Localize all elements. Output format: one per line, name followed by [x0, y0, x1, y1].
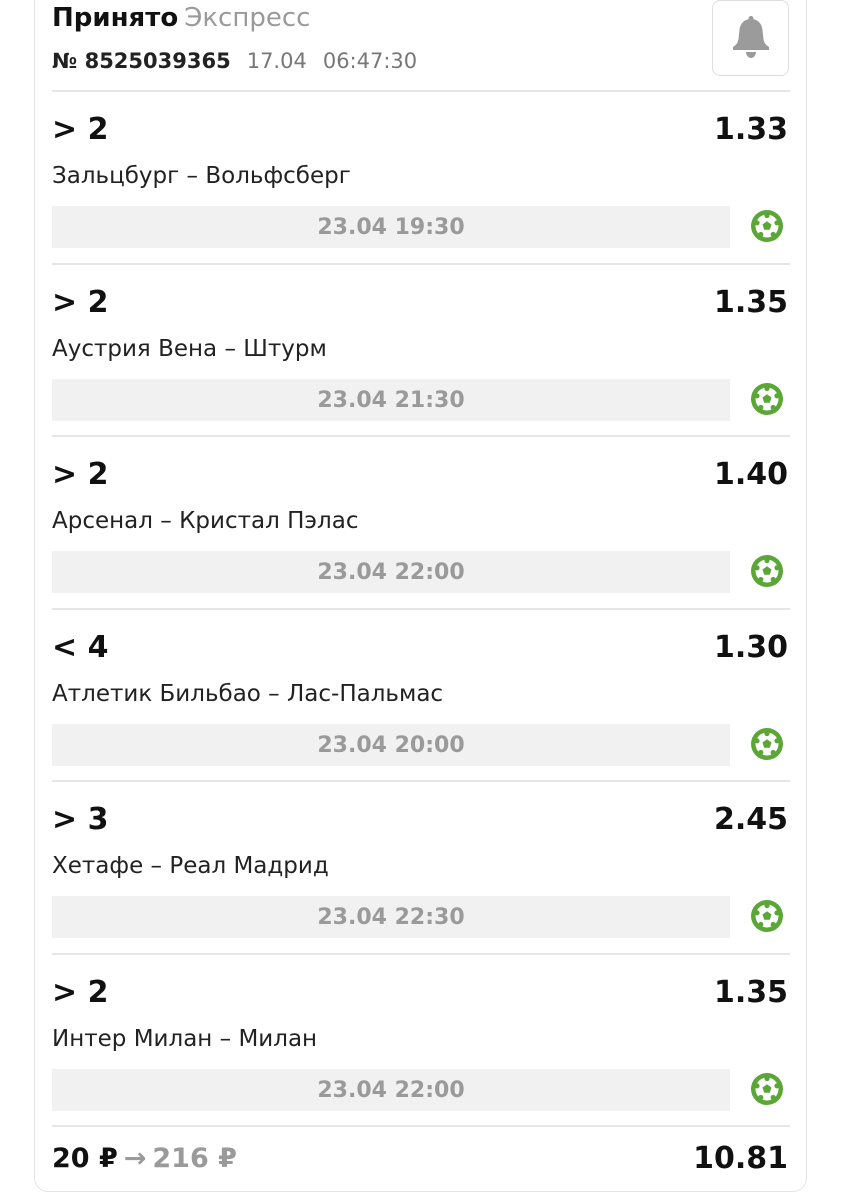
bet-meta: № 8525039365 17.04 06:47:30 — [52, 46, 417, 76]
event-row[interactable]: > 2 1.33 Зальцбург – Вольфсберг 23.04 19… — [52, 92, 790, 262]
bell-icon — [732, 16, 769, 58]
event-datetime-bar: 23.04 19:30 — [52, 206, 730, 248]
event-row[interactable]: < 4 1.30 Атлетик Бильбао – Лас-Пальмас 2… — [52, 610, 790, 780]
event-datetime-bar: 23.04 22:00 — [52, 551, 730, 593]
event-market: > 2 — [52, 975, 109, 1010]
event-datetime-bar: 23.04 21:30 — [52, 379, 730, 421]
stake-line: 20 ₽ → 216 ₽ — [52, 1140, 237, 1178]
event-teams: Атлетик Бильбао – Лас-Пальмас — [52, 681, 444, 707]
event-datetime-bar: 23.04 22:30 — [52, 896, 730, 938]
bet-date: 17.04 — [246, 49, 307, 73]
event-teams: Арсенал – Кристал Пэлас — [52, 508, 359, 534]
football-icon — [751, 900, 783, 932]
event-datetime: 23.04 22:00 — [317, 1077, 465, 1103]
event-odds: 1.30 — [713, 630, 788, 665]
football-icon — [751, 383, 783, 415]
football-icon — [751, 1073, 783, 1105]
bet-header: Принято Экспресс № 8525039365 17.04 06:47:3… — [52, 0, 792, 90]
bet-type: Экспресс — [184, 3, 311, 33]
event-datetime-bar: 23.04 20:00 — [52, 724, 730, 766]
event-row[interactable]: > 3 2.45 Хетафе – Реал Мадрид 23.04 22:3… — [52, 782, 790, 952]
event-odds: 1.35 — [713, 285, 788, 320]
event-market: < 4 — [52, 630, 109, 665]
event-odds: 1.35 — [713, 975, 788, 1010]
event-market: > 2 — [52, 457, 109, 492]
potential-win: 216 ₽ — [152, 1143, 237, 1174]
total-odds: 10.81 — [693, 1141, 788, 1176]
bet-status: Принято — [52, 3, 179, 33]
event-market: > 2 — [52, 112, 109, 147]
event-datetime-bar: 23.04 22:00 — [52, 1069, 730, 1111]
arrow-right-icon: → — [123, 1143, 147, 1174]
bet-time: 06:47:30 — [322, 49, 418, 73]
event-teams: Интер Милан – Милан — [52, 1026, 318, 1052]
event-odds: 1.33 — [713, 112, 788, 147]
event-teams: Зальцбург – Вольфсберг — [52, 163, 351, 189]
event-market: > 3 — [52, 802, 109, 837]
bet-footer: 20 ₽ → 216 ₽ 10.81 — [52, 1140, 790, 1180]
notification-button[interactable] — [712, 0, 789, 76]
football-icon — [751, 728, 783, 760]
event-teams: Хетафе – Реал Мадрид — [52, 853, 329, 879]
stake-amount: 20 ₽ — [52, 1143, 118, 1174]
status-line: Принято Экспресс — [52, 2, 310, 34]
event-row[interactable]: > 2 1.35 Интер Милан – Милан 23.04 22:00 — [52, 955, 790, 1125]
event-row[interactable]: > 2 1.35 Аустрия Вена – Штурм 23.04 21:3… — [52, 265, 790, 435]
event-datetime: 23.04 20:00 — [317, 732, 465, 758]
bet-number: № 8525039365 — [52, 49, 231, 73]
event-market: > 2 — [52, 285, 109, 320]
event-odds: 1.40 — [713, 457, 788, 492]
event-datetime: 23.04 22:00 — [317, 559, 465, 585]
football-icon — [751, 555, 783, 587]
event-datetime: 23.04 21:30 — [317, 387, 465, 413]
event-odds: 2.45 — [713, 802, 788, 837]
event-teams: Аустрия Вена – Штурм — [52, 336, 327, 362]
football-icon — [751, 210, 783, 242]
event-datetime: 23.04 22:30 — [317, 904, 465, 930]
divider — [52, 1125, 790, 1127]
event-datetime: 23.04 19:30 — [317, 214, 465, 240]
event-row[interactable]: > 2 1.40 Арсенал – Кристал Пэлас 23.04 2… — [52, 437, 790, 607]
